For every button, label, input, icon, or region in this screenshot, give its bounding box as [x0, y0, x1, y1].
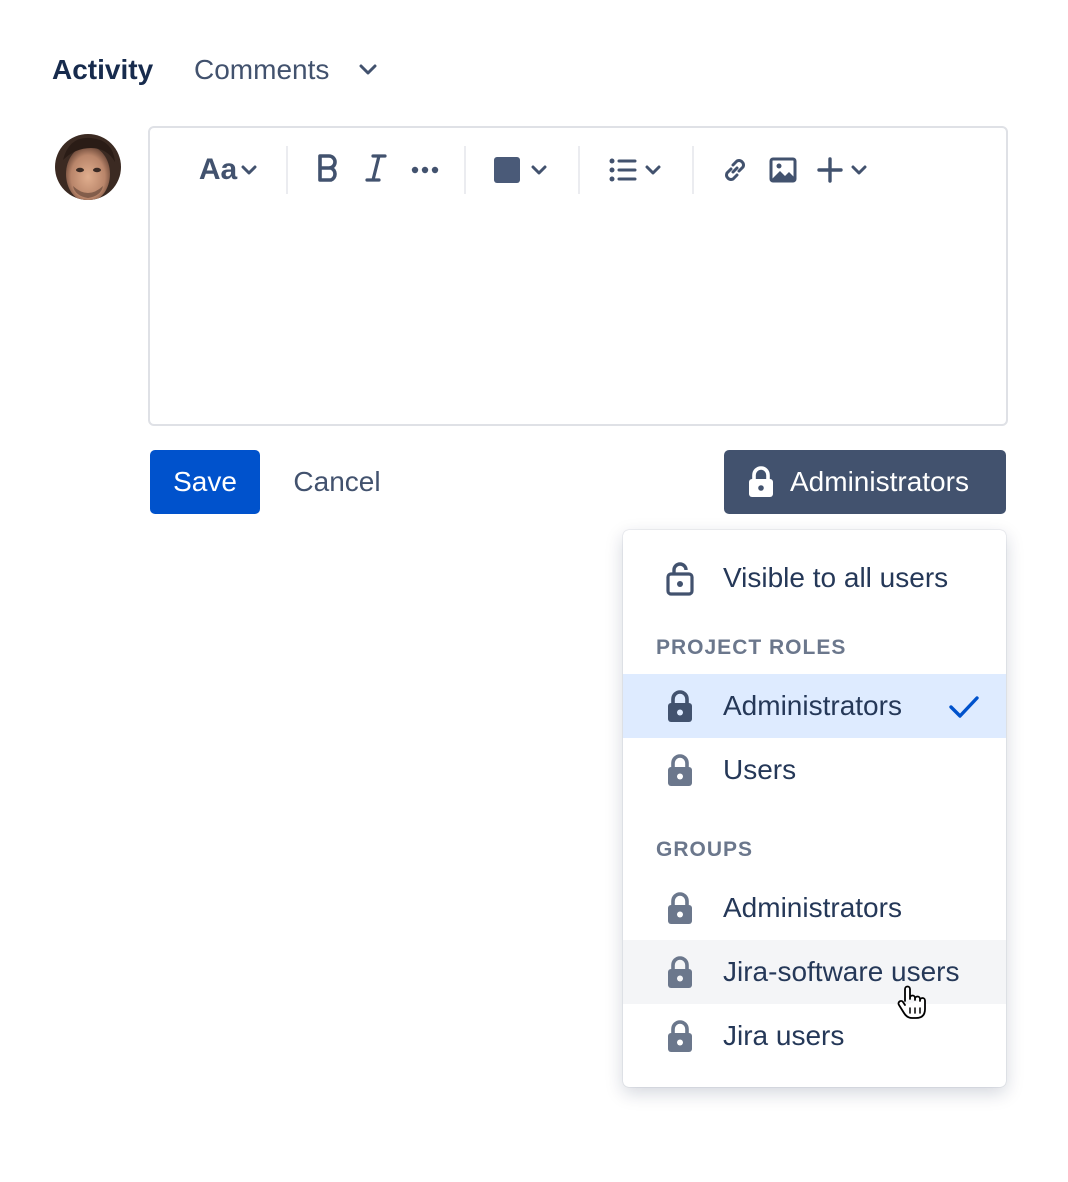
visibility-restriction-button[interactable]: Administrators — [724, 450, 1006, 514]
groups-heading: GROUPS — [656, 838, 754, 861]
text-color-button[interactable] — [486, 146, 554, 194]
chevron-down-icon — [359, 64, 377, 76]
toolbar-divider — [578, 146, 580, 194]
project-roles-heading: PROJECT ROLES — [656, 636, 847, 659]
menu-item-visible-to-all[interactable]: Visible to all users — [623, 546, 1006, 610]
activity-filter-label: Comments — [194, 54, 330, 85]
menu-item-label: Administrators — [723, 690, 902, 721]
menu-item-label: Users — [723, 754, 797, 785]
link-icon — [720, 155, 750, 185]
unlock-icon — [665, 560, 695, 596]
image-button[interactable] — [762, 146, 804, 194]
lock-icon — [748, 466, 774, 498]
chevron-down-icon — [645, 165, 661, 175]
checkmark-icon — [948, 694, 980, 726]
more-formatting-button[interactable] — [404, 146, 446, 194]
menu-item-group-administrators[interactable]: Administrators — [623, 876, 1006, 940]
lock-icon — [665, 954, 695, 990]
menu-item-group-jira-software-users[interactable]: Jira-software users — [623, 940, 1006, 1004]
italic-button[interactable] — [356, 146, 396, 194]
lock-icon — [665, 1018, 695, 1054]
insert-button[interactable] — [812, 146, 872, 194]
toolbar-divider — [286, 146, 288, 194]
plus-icon — [817, 157, 843, 183]
menu-item-role-users[interactable]: Users — [623, 738, 1006, 802]
cancel-button[interactable]: Cancel — [278, 450, 396, 514]
italic-icon — [364, 153, 388, 188]
menu-item-group-jira-users[interactable]: Jira users — [623, 1004, 1006, 1068]
activity-title: Activity — [52, 54, 154, 85]
comment-editor[interactable]: Aa — [148, 126, 1008, 426]
activity-filter-select[interactable]: Comments — [194, 52, 377, 88]
lock-icon — [665, 890, 695, 926]
chevron-down-icon — [531, 165, 547, 175]
save-button[interactable]: Save — [150, 450, 260, 514]
visibility-restriction-label: Administrators — [790, 466, 969, 497]
editor-toolbar: Aa — [150, 128, 1006, 212]
toolbar-divider — [464, 146, 466, 194]
menu-item-label: Jira users — [723, 1020, 845, 1051]
bullet-list-icon — [609, 158, 637, 182]
text-color-swatch-icon — [493, 156, 521, 184]
menu-item-role-administrators[interactable]: Administrators — [623, 674, 1006, 738]
hand-pointer-cursor-icon — [896, 985, 930, 1026]
image-icon — [769, 157, 797, 183]
bold-icon — [315, 153, 341, 188]
menu-item-label: Visible to all users — [723, 562, 949, 593]
visibility-menu: Visible to all users PROJECT ROLES Admin… — [623, 530, 1006, 1087]
bold-button[interactable] — [308, 146, 348, 194]
chevron-down-icon — [241, 165, 257, 175]
chevron-down-icon — [851, 165, 867, 175]
link-button[interactable] — [714, 146, 756, 194]
lists-button[interactable] — [604, 146, 666, 194]
more-horizontal-icon — [411, 161, 439, 179]
menu-item-label: Jira-software users — [723, 956, 960, 987]
text-style-button[interactable]: Aa — [192, 146, 264, 194]
comment-text-area[interactable] — [150, 212, 1006, 424]
user-avatar — [55, 134, 121, 200]
toolbar-divider — [692, 146, 694, 194]
menu-item-label: Administrators — [723, 892, 902, 923]
lock-icon — [665, 752, 695, 788]
text-style-label: Aa — [198, 153, 238, 186]
lock-icon — [665, 688, 695, 724]
